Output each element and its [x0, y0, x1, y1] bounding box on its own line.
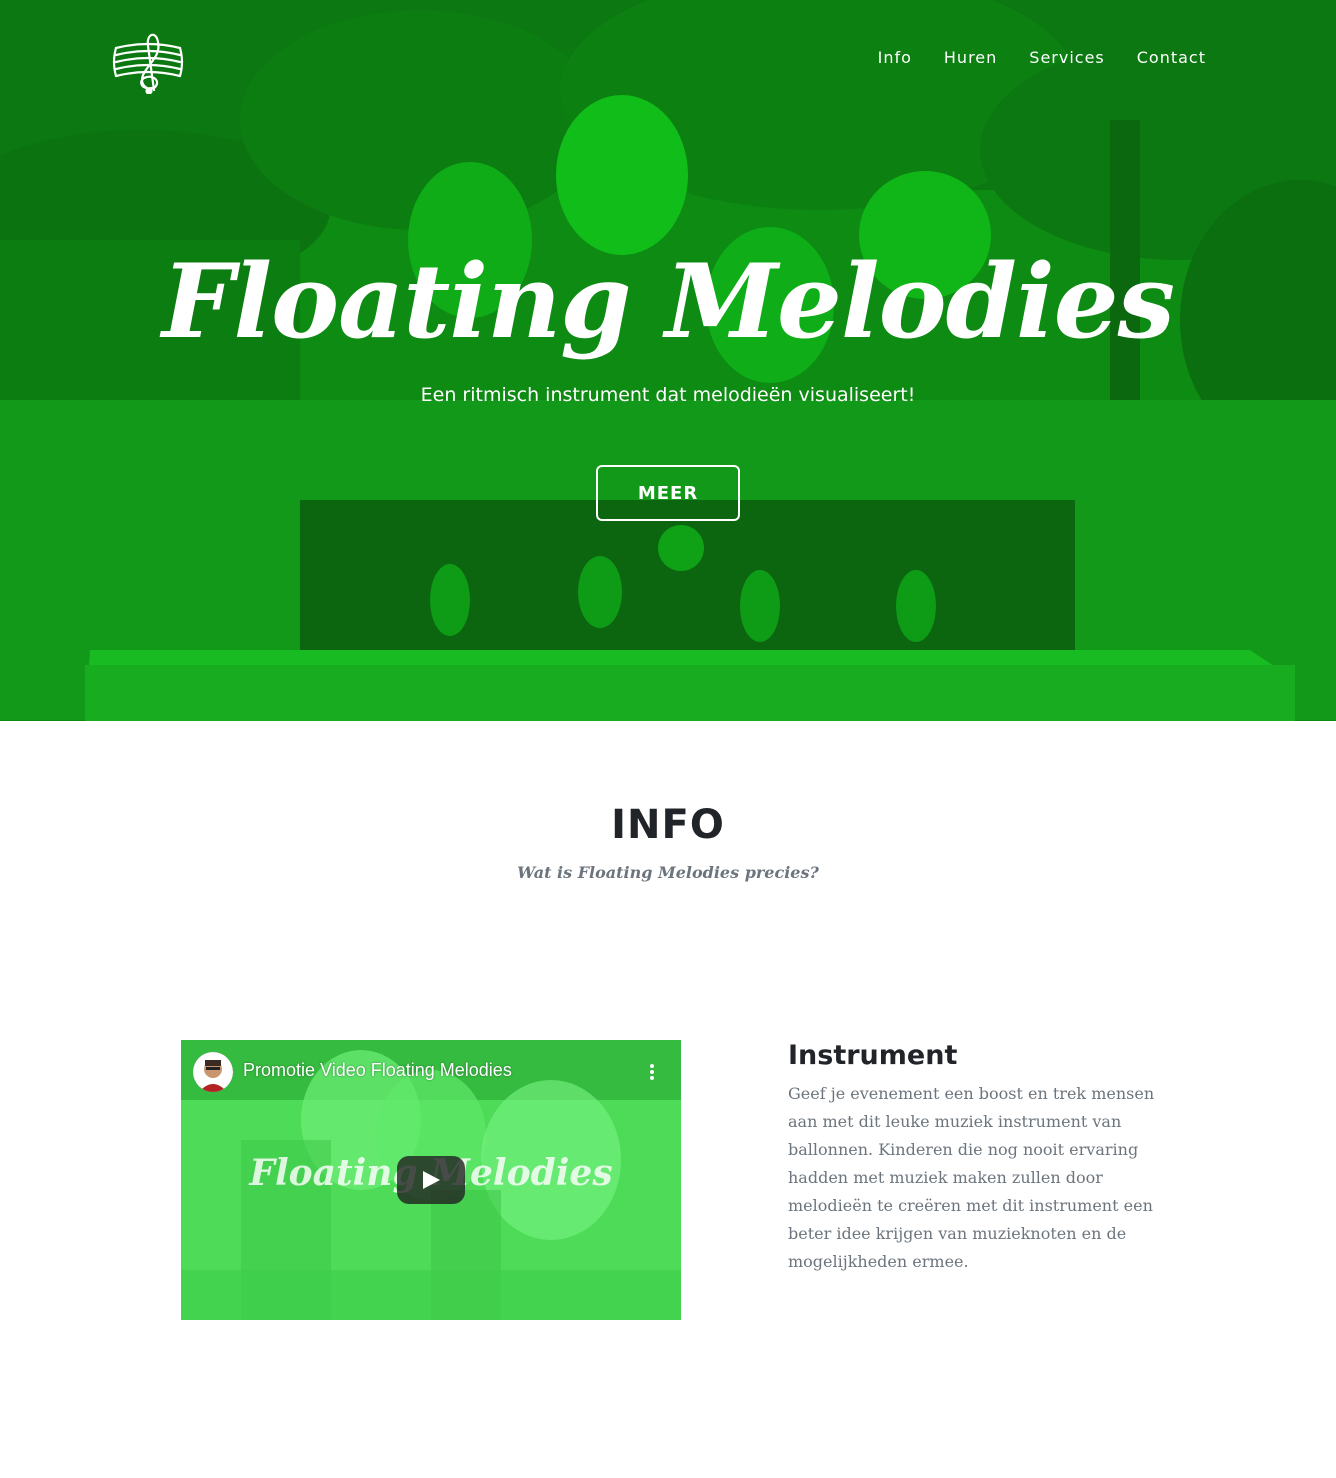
main-navbar: Info Huren Services Contact [0, 0, 1336, 120]
instrument-description: Geef je evenement een boost en trek mens… [788, 1084, 1155, 1271]
hero-subtitle: Een ritmisch instrument dat melodieën vi… [420, 384, 916, 406]
nav-links: Info Huren Services Contact [846, 48, 1206, 67]
channel-avatar[interactable] [193, 1052, 233, 1092]
nav-link-huren[interactable]: Huren [944, 48, 997, 67]
video-player[interactable]: Floating Melodies Promotie Video Floatin… [181, 1040, 681, 1320]
avatar-icon [193, 1052, 233, 1092]
instrument-title: Instrument [788, 1040, 958, 1071]
hero-section: Info Huren Services Contact Floating Mel… [0, 0, 1336, 721]
nav-link-services[interactable]: Services [1029, 48, 1104, 67]
nav-link-contact[interactable]: Contact [1137, 48, 1206, 67]
play-icon [423, 1171, 440, 1189]
treble-clef-icon [112, 33, 184, 95]
meer-button[interactable]: MEER [596, 465, 740, 521]
logo-link[interactable] [112, 26, 184, 95]
more-vertical-icon[interactable] [647, 1062, 657, 1082]
hero-title: Floating Melodies [161, 242, 1175, 362]
section-heading: INFO [611, 802, 725, 848]
nav-link-info[interactable]: Info [878, 48, 912, 67]
section-subheading: Wat is Floating Melodies precies? [517, 863, 819, 882]
video-title[interactable]: Promotie Video Floating Melodies [243, 1060, 512, 1081]
play-button[interactable] [397, 1156, 465, 1204]
